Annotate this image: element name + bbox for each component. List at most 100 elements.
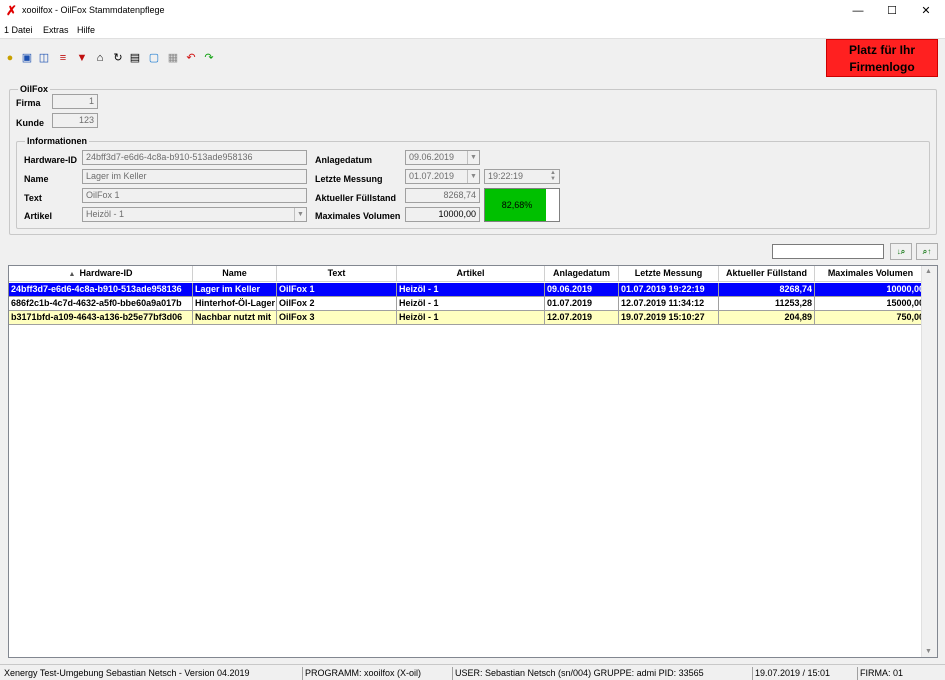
anlagedatum-label: Anlagedatum (315, 155, 373, 165)
firma-field[interactable]: 1 (52, 94, 98, 109)
anlagedatum-field[interactable]: 09.06.2019 ▼ (405, 150, 480, 165)
column-header[interactable]: ▲ Hardware-ID (9, 266, 193, 282)
print-icon[interactable]: ▤ (129, 52, 141, 65)
screen-icon[interactable]: ▢ (148, 52, 160, 65)
search-up-button[interactable]: ⌕↑ (916, 243, 938, 260)
redo-icon[interactable]: ↷ (203, 52, 215, 65)
table-cell[interactable]: 11253,28 (719, 297, 815, 311)
text-label: Text (24, 193, 42, 203)
text-field[interactable]: OilFox 1 (82, 188, 307, 203)
info-group-title: Informationen (25, 136, 89, 146)
scroll-up-icon[interactable]: ▲ (925, 268, 932, 275)
column-header[interactable]: Letzte Messung (619, 266, 719, 282)
status-firma: FIRMA: 01 (857, 667, 903, 680)
data-grid[interactable]: ▲ Hardware-ID Name Text Artikel Anlagedatum Le… (8, 265, 938, 658)
column-header-label: Anlagedatum (552, 268, 610, 278)
column-header[interactable]: Text (277, 266, 397, 282)
minimize-button[interactable]: — (841, 0, 875, 22)
table-cell[interactable]: 01.07.2019 19:22:19 (619, 283, 719, 297)
database-icon[interactable]: ≡ (57, 52, 69, 65)
fuellstand-field[interactable]: 8268,74 (405, 188, 480, 203)
table-cell[interactable]: b3171bfd-a109-4643-a136-b25e77bf3d06 (9, 311, 193, 325)
letzte-messung-date-field[interactable]: 01.07.2019 ▼ (405, 169, 480, 184)
column-header[interactable]: Name (193, 266, 277, 282)
filter-icon[interactable]: ▼ (76, 52, 88, 65)
calendar-dropdown-icon[interactable]: ▼ (467, 151, 479, 164)
chevron-down-icon[interactable]: ▼ (294, 208, 306, 221)
menu-extras[interactable]: Extras (43, 25, 69, 35)
calendar-dropdown-icon[interactable]: ▼ (467, 170, 479, 183)
app-icon: ✗ (6, 3, 17, 18)
artikel-combo[interactable]: Heizöl - 1 ▼ (82, 207, 307, 222)
anlagedatum-value: 09.06.2019 (409, 152, 455, 162)
table-row[interactable]: 24bff3d7-e6d6-4c8a-b910-513ade958136 Lage… (9, 283, 927, 297)
table-cell[interactable]: Heizöl - 1 (397, 297, 545, 311)
home-icon[interactable]: ⌂ (94, 52, 106, 65)
monitor-icon[interactable]: ▣ (21, 52, 33, 65)
table-row[interactable]: 686f2c1b-4c7d-4632-a5f0-bbe60a9a017b Hint… (9, 297, 927, 311)
table-cell[interactable]: 12.07.2019 (545, 311, 619, 325)
book-icon[interactable]: ◫ (38, 52, 50, 65)
table-row[interactable]: b3171bfd-a109-4643-a136-b25e77bf3d06 Nach… (9, 311, 927, 325)
table-cell[interactable]: Hinterhof-Öl-Lager (193, 297, 277, 311)
search-input[interactable] (772, 244, 884, 259)
sort-asc-icon: ▲ (68, 271, 76, 278)
kunde-label: Kunde (16, 118, 44, 128)
status-user: USER: Sebastian Netsch (sn/004) GRUPPE: … (452, 667, 704, 680)
menu-datei[interactable]: 1 Datei (4, 25, 33, 35)
kunde-field[interactable]: 123 (52, 113, 98, 128)
name-label: Name (24, 174, 49, 184)
table-cell[interactable]: 24bff3d7-e6d6-4c8a-b910-513ade958136 (9, 283, 193, 297)
table-cell[interactable]: Lager im Keller (193, 283, 277, 297)
search-down-button[interactable]: ↓⌕ (890, 243, 912, 260)
table-cell[interactable]: 19.07.2019 15:10:27 (619, 311, 719, 325)
status-bar: Xenergy Test-Umgebung Sebastian Netsch -… (0, 664, 945, 680)
table-cell[interactable]: 750,00 (815, 311, 927, 325)
artikel-label: Artikel (24, 211, 53, 221)
letzte-messung-date-value: 01.07.2019 (409, 171, 455, 181)
hardware-id-label: Hardware-ID (24, 155, 78, 165)
letzte-messung-time-value: 19:22:19 (488, 171, 524, 181)
table-cell[interactable]: 15000,00 (815, 297, 927, 311)
spinner-icon[interactable]: ▲ ▼ (547, 170, 559, 183)
undo-icon[interactable]: ↶ (185, 52, 197, 65)
name-field[interactable]: Lager im Keller (82, 169, 307, 184)
menu-hilfe[interactable]: Hilfe (77, 25, 95, 35)
column-header[interactable]: Maximales Volumen (815, 266, 927, 282)
column-header[interactable]: Aktueller Füllstand (719, 266, 815, 282)
column-header[interactable]: Anlagedatum (545, 266, 619, 282)
status-program: PROGRAMM: xooilfox (X-oil) (302, 667, 421, 680)
gauge-percent: 82,68% (501, 200, 533, 210)
table-cell[interactable]: 10000,00 (815, 283, 927, 297)
table-cell[interactable]: 686f2c1b-4c7d-4632-a5f0-bbe60a9a017b (9, 297, 193, 311)
vertical-scrollbar[interactable]: ▲ ▼ (921, 266, 937, 657)
table-cell[interactable]: Nachbar nutzt mit (193, 311, 277, 325)
table-cell[interactable]: 12.07.2019 11:34:12 (619, 297, 719, 311)
max-volumen-field[interactable]: 10000,00 (405, 207, 480, 222)
maximize-button[interactable]: ☐ (875, 0, 909, 22)
refresh-icon[interactable]: ↻ (112, 52, 124, 65)
oilfox-group-title: OilFox (18, 84, 51, 94)
table-cell[interactable]: 8268,74 (719, 283, 815, 297)
letzte-messung-time-field[interactable]: 19:22:19 ▲ ▼ (484, 169, 560, 184)
table-cell[interactable]: Heizöl - 1 (397, 283, 545, 297)
table-cell[interactable]: OilFox 3 (277, 311, 397, 325)
table-cell[interactable]: 01.07.2019 (545, 297, 619, 311)
save-icon[interactable]: ▦ (167, 52, 179, 65)
table-cell[interactable]: OilFox 1 (277, 283, 397, 297)
status-datetime: 19.07.2019 / 15:01 (752, 667, 830, 680)
hardware-id-field[interactable]: 24bff3d7-e6d6-4c8a-b910-513ade958136 (82, 150, 307, 165)
firma-label: Firma (16, 98, 41, 108)
scroll-down-icon[interactable]: ▼ (925, 648, 932, 655)
binoculars-up-icon: ⌕↑ (922, 247, 932, 256)
close-button[interactable]: ✕ (909, 0, 943, 22)
menu-bar: 1 Datei Extras Hilfe (0, 22, 945, 38)
column-header[interactable]: Artikel (397, 266, 545, 282)
fuellstand-label: Aktueller Füllstand (315, 193, 397, 203)
table-cell[interactable]: OilFox 2 (277, 297, 397, 311)
table-cell[interactable]: Heizöl - 1 (397, 311, 545, 325)
logo-line1: Platz für Ihr (848, 43, 915, 57)
table-cell[interactable]: 09.06.2019 (545, 283, 619, 297)
table-cell[interactable]: 204,89 (719, 311, 815, 325)
lightbulb-icon[interactable]: ● (4, 52, 16, 65)
